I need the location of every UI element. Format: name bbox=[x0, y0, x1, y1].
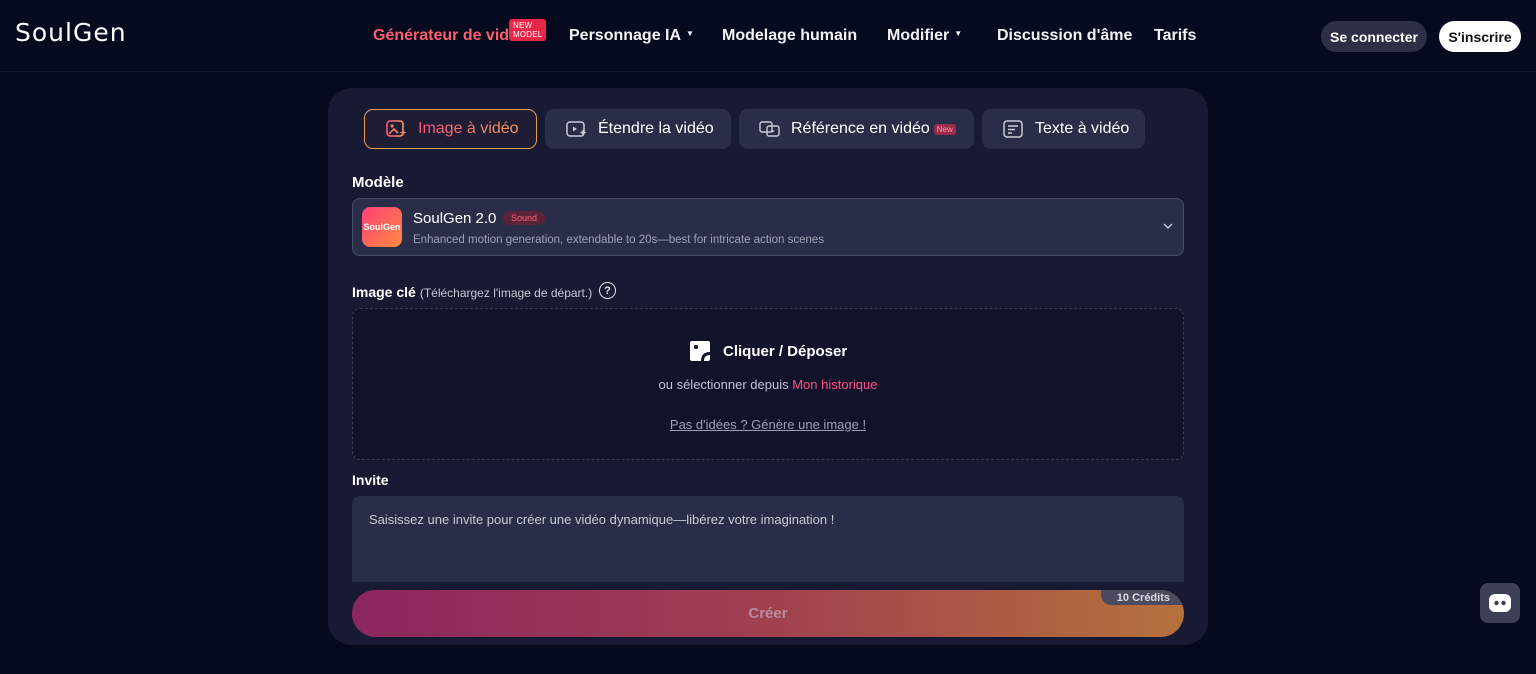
top-header: SoulGen Générateur de vidéo ▼ NEW MODEL P… bbox=[0, 0, 1536, 72]
text-document-icon bbox=[1003, 120, 1023, 138]
drop-title-text: Cliquer / Déposer bbox=[723, 342, 848, 360]
select-prefix: ou sélectionner depuis bbox=[658, 377, 789, 392]
chevron-down-icon bbox=[1163, 223, 1173, 229]
image-drop-zone[interactable]: Cliquer / Déposer ou sélectionner depuis… bbox=[352, 308, 1184, 460]
model-logo: SoulGen bbox=[362, 207, 402, 247]
nav-soul-chat[interactable]: Discussion d'âme bbox=[997, 27, 1132, 45]
nav-ai-character[interactable]: Personnage IA ▼ bbox=[569, 27, 694, 45]
tab-text-to-video[interactable]: Texte à vidéo bbox=[982, 109, 1145, 149]
model-name: SoulGen 2.0 bbox=[413, 210, 497, 227]
signup-button[interactable]: S'inscrire bbox=[1439, 21, 1521, 52]
nav-label: Personnage IA bbox=[569, 27, 682, 44]
nav-label: Tarifs bbox=[1154, 27, 1197, 44]
nav-label: Modifier bbox=[887, 27, 950, 44]
soulgen-logo[interactable]: SoulGen bbox=[15, 18, 127, 47]
nav-human-modeling[interactable]: Modelage humain bbox=[722, 27, 857, 45]
history-link[interactable]: Mon historique bbox=[792, 377, 877, 392]
video-extend-icon bbox=[566, 121, 587, 137]
model-description: Enhanced motion generation, extendable t… bbox=[413, 234, 825, 246]
help-icon[interactable]: ? bbox=[599, 282, 616, 299]
prompt-box bbox=[352, 496, 1184, 582]
key-image-label: Image clé (Téléchargez l'image de départ.… bbox=[352, 284, 592, 300]
nav-pricing[interactable]: Tarifs bbox=[1154, 27, 1196, 45]
key-image-title: Image clé bbox=[352, 284, 416, 300]
chat-bot-icon bbox=[1489, 594, 1511, 612]
key-image-hint: (Téléchargez l'image de départ.) bbox=[419, 286, 593, 300]
tab-label: Étendre la vidéo bbox=[598, 120, 714, 137]
new-badge: New bbox=[933, 123, 956, 135]
tab-image-to-video[interactable]: Image à vidéo bbox=[364, 109, 537, 149]
sound-badge: Sound bbox=[503, 211, 546, 225]
model-label: Modèle bbox=[352, 174, 404, 191]
nav-label: Discussion d'âme bbox=[997, 27, 1133, 44]
caret-down-icon: ▼ bbox=[686, 29, 694, 38]
image-sparkle-icon bbox=[386, 120, 407, 137]
reference-video-icon bbox=[759, 121, 780, 137]
chat-widget-button[interactable] bbox=[1480, 583, 1520, 623]
caret-down-icon: ▼ bbox=[954, 29, 963, 38]
tab-reference-video[interactable]: Référence en vidéo New bbox=[739, 109, 974, 149]
prompt-label: Invite bbox=[352, 472, 389, 488]
nav-label: Modelage humain bbox=[722, 27, 858, 44]
drop-subtitle: ou sélectionner depuis Mon historique bbox=[353, 377, 1183, 392]
model-select[interactable]: SoulGen SoulGen 2.0 Sound Enhanced motio… bbox=[352, 198, 1184, 256]
image-upload-icon bbox=[690, 341, 710, 361]
new-model-badge: NEW MODEL bbox=[509, 19, 547, 41]
tab-extend-video[interactable]: Étendre la vidéo bbox=[545, 109, 731, 149]
prompt-input[interactable] bbox=[352, 496, 1184, 582]
tab-label: Image à vidéo bbox=[418, 120, 519, 137]
tab-label: Référence en vidéo bbox=[791, 120, 930, 137]
nav-edit[interactable]: Modifier ▼ bbox=[887, 27, 962, 45]
generate-image-link[interactable]: Pas d'idées ? Génère une image ! bbox=[353, 417, 1183, 432]
video-generator-panel: Image à vidéo Étendre la vidéo Référence… bbox=[328, 88, 1208, 645]
create-label: Créer bbox=[748, 605, 788, 622]
login-button[interactable]: Se connecter bbox=[1321, 21, 1427, 52]
tab-label: Texte à vidéo bbox=[1035, 120, 1130, 137]
nav-label: Générateur de vidéo bbox=[373, 27, 528, 44]
credits-badge: 10 Crédits bbox=[1100, 590, 1184, 605]
create-button[interactable]: Créer 10 Crédits bbox=[352, 590, 1184, 637]
drop-title: Cliquer / Déposer bbox=[689, 340, 847, 362]
